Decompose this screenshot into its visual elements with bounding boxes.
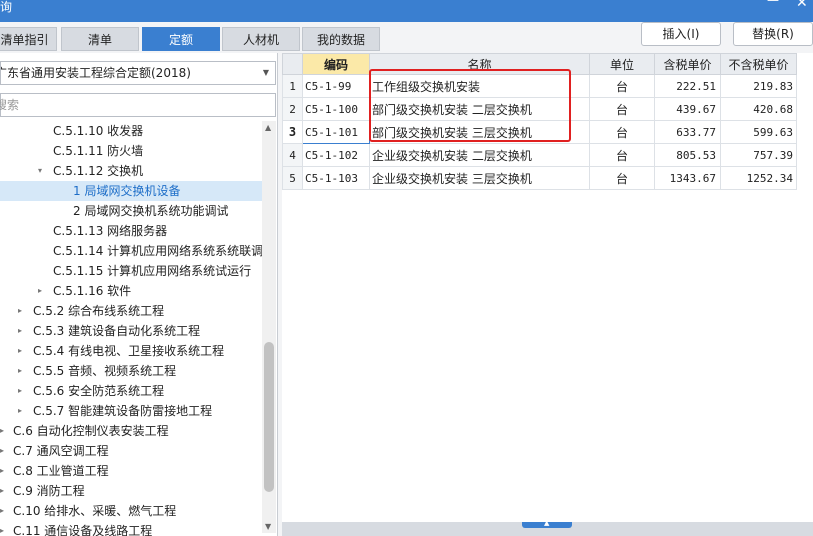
tab-my-data[interactable]: 我的数据 — [302, 27, 380, 51]
tree-node[interactable]: ▸ C.5.5 音频、视频系统工程 — [0, 361, 262, 381]
row-number: 5 — [282, 166, 303, 190]
price-tax-cell[interactable]: 1343.67 — [654, 166, 721, 190]
tree-node[interactable]: C.5.1.15 计算机应用网络系统试运行 — [0, 261, 262, 281]
price-tax-cell[interactable]: 439.67 — [654, 97, 721, 121]
expand-toggle-icon[interactable]: ▸ — [0, 441, 4, 461]
tree-node[interactable]: ▸ C.5.6 安全防范系统工程 — [0, 381, 262, 401]
code-cell[interactable]: C5-1-99 — [302, 74, 370, 98]
tab-bill-guide[interactable]: 清单指引 — [0, 27, 57, 51]
tree-node[interactable]: ▸ C.5.7 智能建筑设备防雷接地工程 — [0, 401, 262, 421]
tree-node[interactable]: ▸ C.5.2 综合布线系统工程 — [0, 301, 262, 321]
price-tax-cell[interactable]: 222.51 — [654, 74, 721, 98]
expand-toggle-icon[interactable]: ▸ — [18, 301, 22, 321]
code-cell[interactable]: C5-1-100 — [302, 97, 370, 121]
row-number: 1 — [282, 74, 303, 98]
tree-scrollbar[interactable]: ▲ ▼ — [262, 121, 276, 533]
name-cell[interactable]: 企业级交换机安装 三层交换机 — [369, 166, 590, 190]
price-tax-cell[interactable]: 805.53 — [654, 143, 721, 167]
tab-bill[interactable]: 清单 — [61, 27, 139, 51]
unit-cell[interactable]: 台 — [589, 143, 655, 167]
title-bar: 询 — ✕ — [0, 0, 813, 22]
expand-toggle-icon[interactable]: ▸ — [38, 281, 42, 301]
tree-node[interactable]: ▸ C.5.4 有线电视、卫星接收系统工程 — [0, 341, 262, 361]
tree-node-selected[interactable]: 1 局域网交换机设备 — [0, 181, 262, 201]
price-notax-cell[interactable]: 420.68 — [720, 97, 797, 121]
scrollbar-thumb[interactable] — [264, 342, 274, 492]
unit-column-header[interactable]: 单位 — [589, 53, 655, 75]
tree-node[interactable]: ▸ C.9 消防工程 — [0, 481, 262, 501]
close-icon[interactable]: ✕ — [796, 0, 810, 10]
window-title: 询 — [0, 0, 13, 14]
tree-node[interactable]: 2 局域网交换机系统功能调试 — [0, 201, 262, 221]
scroll-down-icon[interactable]: ▼ — [265, 522, 271, 531]
row-number: 3 — [282, 120, 303, 144]
quota-tree-panel: 广东省通用安装工程综合定额(2018) ▼ 搜索 C.5.1.10 收发器 C.… — [0, 53, 278, 536]
quota-library-select[interactable]: 广东省通用安装工程综合定额(2018) ▼ — [0, 61, 276, 85]
price-notax-cell[interactable]: 1252.34 — [720, 166, 797, 190]
expand-toggle-icon[interactable]: ▸ — [18, 381, 22, 401]
name-cell[interactable]: 企业级交换机安装 二层交换机 — [369, 143, 590, 167]
expand-toggle-icon[interactable]: ▸ — [0, 461, 4, 481]
unit-cell[interactable]: 台 — [589, 97, 655, 121]
splitter-bar[interactable]: ▲ — [282, 519, 813, 536]
row-number: 2 — [282, 97, 303, 121]
code-column-header[interactable]: 编码 — [302, 53, 370, 75]
chevron-up-icon[interactable]: ▲ — [544, 519, 549, 527]
row-number: 4 — [282, 143, 303, 167]
minimize-icon[interactable]: — — [767, 0, 779, 6]
tree-node[interactable]: ▸ C.8 工业管道工程 — [0, 461, 262, 481]
tree-node[interactable]: C.5.1.10 收发器 — [0, 121, 262, 141]
unit-cell[interactable]: 台 — [589, 74, 655, 98]
price-notax-cell[interactable]: 757.39 — [720, 143, 797, 167]
tree-node[interactable]: ▸ C.10 给排水、采暖、燃气工程 — [0, 501, 262, 521]
expand-toggle-icon[interactable]: ▾ — [38, 161, 42, 181]
expand-toggle-icon[interactable]: ▸ — [18, 361, 22, 381]
tree-node[interactable]: ▸ C.5.3 建筑设备自动化系统工程 — [0, 321, 262, 341]
quota-library-value: 广东省通用安装工程综合定额(2018) — [0, 66, 191, 80]
unit-cell[interactable]: 台 — [589, 166, 655, 190]
search-input[interactable]: 搜索 — [0, 93, 276, 117]
unit-cell[interactable]: 台 — [589, 120, 655, 144]
tree-node[interactable]: ▾ C.5.1.12 交换机 — [0, 161, 262, 181]
tree-node[interactable]: ▸ C.5.1.16 软件 — [0, 281, 262, 301]
price-tax-column-header[interactable]: 含税单价 — [654, 53, 721, 75]
table-row[interactable]: 5 C5-1-103 企业级交换机安装 三层交换机 台 1343.67 1252… — [282, 166, 797, 190]
quota-tree: C.5.1.10 收发器 C.5.1.11 防火墙 ▾ C.5.1.12 交换机 … — [0, 121, 262, 536]
expand-toggle-icon[interactable]: ▸ — [0, 421, 4, 441]
tree-node[interactable]: ▸ C.11 通信设备及线路工程 — [0, 521, 262, 536]
tab-quota[interactable]: 定额 — [142, 27, 220, 51]
chevron-down-icon: ▼ — [262, 68, 269, 77]
tree-node[interactable]: ▸ C.7 通风空调工程 — [0, 441, 262, 461]
expand-toggle-icon[interactable]: ▸ — [0, 481, 4, 501]
expand-toggle-icon[interactable]: ▸ — [18, 401, 22, 421]
replace-button[interactable]: 替换(R) — [733, 22, 813, 46]
expand-toggle-icon[interactable]: ▸ — [18, 321, 22, 341]
code-cell[interactable]: C5-1-101 — [302, 120, 370, 144]
scroll-up-icon[interactable]: ▲ — [265, 123, 271, 132]
price-notax-cell[interactable]: 219.83 — [720, 74, 797, 98]
price-tax-cell[interactable]: 633.77 — [654, 120, 721, 144]
code-cell[interactable]: C5-1-103 — [302, 166, 370, 190]
tree-node[interactable]: C.5.1.13 网络服务器 — [0, 221, 262, 241]
code-cell[interactable]: C5-1-102 — [302, 143, 370, 167]
tab-labor-material[interactable]: 人材机 — [222, 27, 300, 51]
annotation-highlight-box — [369, 69, 571, 142]
table-row[interactable]: 4 C5-1-102 企业级交换机安装 二层交换机 台 805.53 757.3… — [282, 143, 797, 167]
expand-toggle-icon[interactable]: ▸ — [0, 501, 4, 521]
price-notax-cell[interactable]: 599.63 — [720, 120, 797, 144]
search-placeholder: 搜索 — [0, 98, 20, 112]
insert-button[interactable]: 插入(I) — [641, 22, 721, 46]
expand-toggle-icon[interactable]: ▸ — [0, 521, 4, 536]
tree-node[interactable]: C.5.1.14 计算机应用网络系统系统联调 — [0, 241, 262, 261]
price-notax-column-header[interactable]: 不含税单价 — [720, 53, 797, 75]
tree-node[interactable]: C.5.1.11 防火墙 — [0, 141, 262, 161]
row-number-header — [282, 53, 303, 75]
expand-toggle-icon[interactable]: ▸ — [18, 341, 22, 361]
tree-node[interactable]: ▸ C.6 自动化控制仪表安装工程 — [0, 421, 262, 441]
